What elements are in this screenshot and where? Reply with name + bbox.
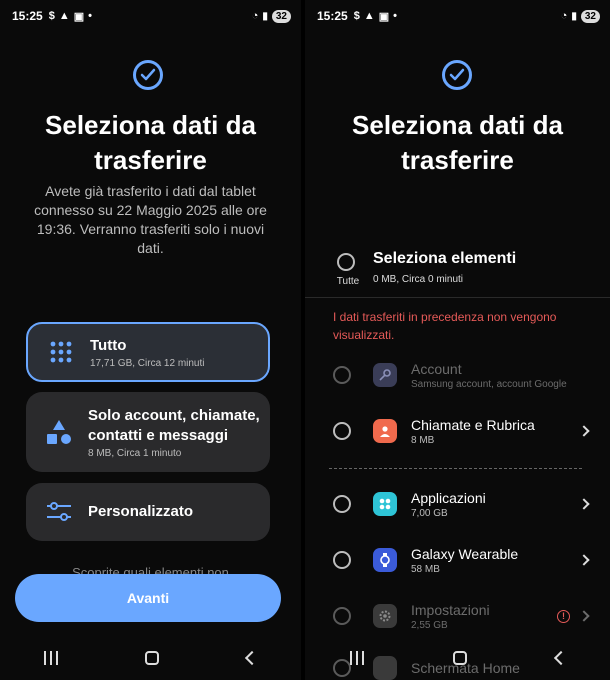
left-screen: 15:25 $ ▲ ▣ • ◔ ▮ 32 Seleziona dati da t… bbox=[0, 0, 301, 680]
sliders-icon bbox=[38, 501, 80, 523]
select-all-radio-label: Tutte bbox=[336, 276, 360, 287]
wifi-icon: ◔ bbox=[560, 10, 568, 22]
option-tutto[interactable]: Tutto 17,71 GB, Circa 12 minuti bbox=[26, 322, 270, 382]
back-icon[interactable] bbox=[553, 650, 568, 666]
next-button[interactable]: Avanti bbox=[15, 574, 281, 622]
status-bar: 15:25 $ ▲ ▣ • ◔ ▮ 32 bbox=[12, 6, 291, 26]
chevron-right-icon[interactable] bbox=[578, 610, 590, 622]
settings-icon bbox=[373, 604, 397, 628]
shapes-icon bbox=[38, 418, 80, 446]
navigation-bar bbox=[0, 644, 301, 672]
option-label: Personalizzato bbox=[88, 503, 194, 520]
grid-dots-icon bbox=[40, 340, 82, 364]
divider bbox=[329, 468, 582, 469]
back-icon[interactable] bbox=[245, 650, 260, 666]
chevron-right-icon[interactable] bbox=[578, 425, 590, 437]
item-detail: 8 MB bbox=[411, 434, 435, 446]
item-detail: Samsung account, account Google bbox=[411, 378, 567, 390]
item-radio[interactable] bbox=[333, 495, 351, 513]
select-all-radio[interactable] bbox=[337, 253, 355, 271]
option-label: Tutto bbox=[90, 336, 127, 354]
checkmark-icon bbox=[442, 60, 472, 90]
select-all-label: Seleziona elementi bbox=[373, 250, 517, 267]
item-detail: 58 MB bbox=[411, 563, 440, 575]
checkmark-icon bbox=[133, 60, 163, 90]
status-bar: 15:25 $ ▲ ▣ • ◔ ▮ 32 bbox=[317, 6, 600, 26]
status-time: 15:25 bbox=[317, 9, 348, 23]
battery-badge: 32 bbox=[580, 9, 600, 23]
right-screen: 15:25 $ ▲ ▣ • ◔ ▮ 32 Seleziona dati da t… bbox=[301, 0, 610, 680]
item-name: Impostazioni bbox=[411, 601, 490, 618]
option-personalizzato[interactable]: Personalizzato bbox=[26, 483, 270, 541]
alert-icon[interactable]: ! bbox=[557, 609, 570, 623]
list-item-impostazioni[interactable]: Impostazioni 2,55 GB ! bbox=[333, 596, 596, 636]
option-label: Solo account, chiamate, contatti e messa… bbox=[88, 406, 260, 444]
item-radio[interactable] bbox=[333, 422, 351, 440]
navigation-bar bbox=[305, 644, 610, 672]
chevron-right-icon[interactable] bbox=[578, 554, 590, 566]
item-name: Chiamate e Rubrica bbox=[411, 416, 535, 433]
list-item-account: Account Samsung account, account Google bbox=[333, 355, 596, 395]
notification-icons: $ ▲ ▣ • bbox=[49, 10, 92, 23]
signal-icon: ▮ bbox=[262, 10, 268, 22]
apps-icon bbox=[373, 492, 397, 516]
warning-text: I dati trasferiti in precedenza non veng… bbox=[333, 310, 557, 342]
home-icon[interactable] bbox=[452, 651, 467, 665]
option-detail: 8 MB, Circa 1 minuto bbox=[88, 447, 182, 459]
item-detail: 2,55 GB bbox=[411, 619, 448, 631]
dot-icon: • bbox=[393, 10, 397, 22]
dollar-icon: $ bbox=[353, 10, 360, 22]
item-radio bbox=[333, 366, 351, 384]
item-name: Applicazioni bbox=[411, 489, 486, 506]
option-detail: 17,71 GB, Circa 12 minuti bbox=[90, 357, 205, 369]
item-name: Galaxy Wearable bbox=[411, 545, 519, 562]
chevron-right-icon[interactable] bbox=[578, 498, 590, 510]
item-radio[interactable] bbox=[333, 607, 351, 625]
list-item-applicazioni[interactable]: Applicazioni 7,00 GB bbox=[333, 484, 596, 524]
page-subtitle: Avete già trasferito i dati dal tablet c… bbox=[34, 183, 267, 256]
recent-apps-icon[interactable] bbox=[43, 651, 58, 665]
dollar-icon: $ bbox=[48, 10, 55, 22]
battery-badge: 32 bbox=[271, 9, 291, 23]
page-title: Seleziona dati da trasferire bbox=[45, 110, 256, 175]
divider bbox=[305, 297, 610, 298]
item-name: Account bbox=[411, 360, 462, 377]
watch-icon bbox=[373, 548, 397, 572]
option-solo-account[interactable]: Solo account, chiamate, contatti e messa… bbox=[26, 392, 270, 472]
signal-icon: ▮ bbox=[571, 10, 577, 22]
warning-icon: ▲ bbox=[363, 10, 375, 22]
status-time: 15:25 bbox=[12, 9, 43, 23]
wifi-icon: ◔ bbox=[251, 10, 259, 22]
notification-icons: $ ▲ ▣ • bbox=[354, 10, 397, 23]
list-item-chiamate-rubrica[interactable]: Chiamate e Rubrica 8 MB bbox=[333, 411, 596, 451]
screenshot-icon: ▣ bbox=[73, 10, 85, 23]
home-icon[interactable] bbox=[145, 651, 160, 665]
list-item-galaxy-wearable[interactable]: Galaxy Wearable 58 MB bbox=[333, 540, 596, 580]
key-icon bbox=[373, 363, 397, 387]
recent-apps-icon[interactable] bbox=[349, 651, 364, 665]
dot-icon: • bbox=[88, 10, 92, 22]
select-all-detail: 0 MB, Circa 0 minuti bbox=[373, 274, 464, 285]
screenshot-icon: ▣ bbox=[378, 10, 390, 23]
warning-icon: ▲ bbox=[58, 10, 70, 22]
page-title: Seleziona dati da trasferire bbox=[352, 110, 563, 175]
item-detail: 7,00 GB bbox=[411, 507, 448, 519]
contact-icon bbox=[373, 419, 397, 443]
item-radio[interactable] bbox=[333, 551, 351, 569]
